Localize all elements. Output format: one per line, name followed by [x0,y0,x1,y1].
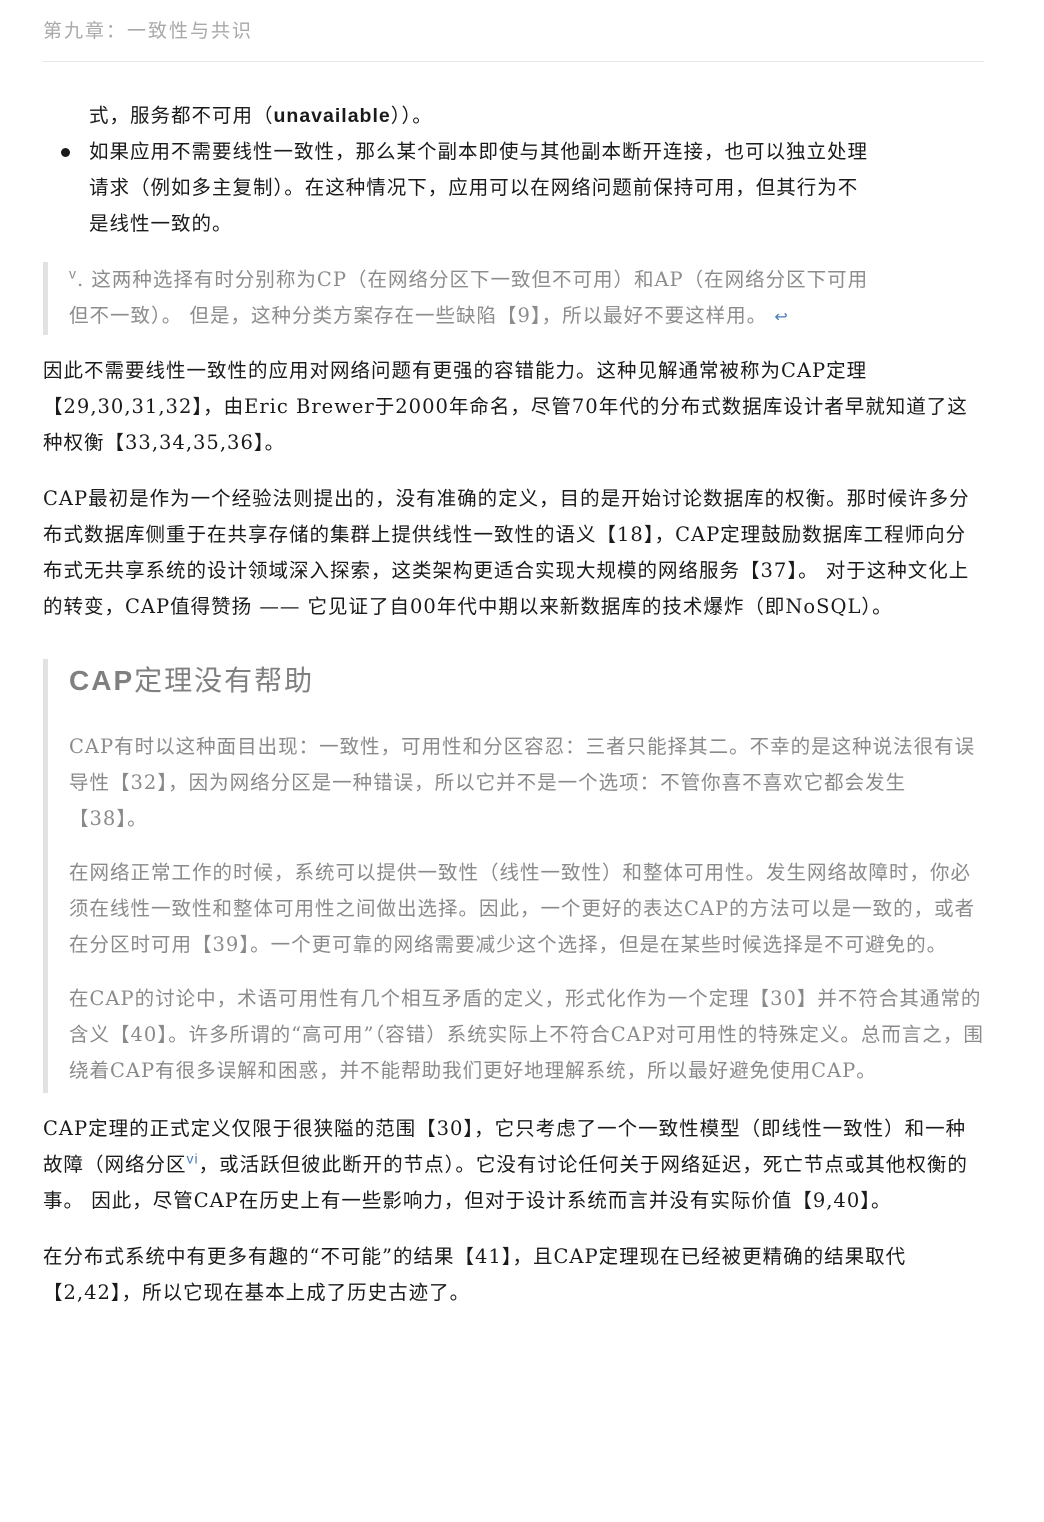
paragraph: CAP最初是作为一个经验法则提出的，没有准确的定义，目的是开始讨论数据库的权衡。… [43,487,970,618]
page-content: 式，服务都不可用（unavailable））。 如果应用不需要线性一致性，那么某… [43,98,984,1311]
list-item-text-end: ））。 [390,104,433,127]
sidebar-box: CAP定理没有帮助 CAP有时以这种面目出现：一致性，可用性和分区容忍：三者只能… [43,659,984,1093]
paragraph: 在分布式系统中有更多有趣的“不可能”的结果【41】，且CAP定理现在已经被更精确… [43,1245,907,1304]
sidebar-title-latin: CAP [69,665,135,696]
footnote: v. 这两种选择有时分别称为CP（在网络分区下一致但不可用）和AP（在网络分区下… [43,262,984,335]
unavailable-term: unavailable [273,105,391,127]
footnote-backlink-icon[interactable]: ↩ [774,307,788,326]
footnote-line: . 这两种选择有时分别称为CP（在网络分区下一致但不可用）和AP（在网络分区下可… [77,268,869,291]
sidebar-title-rest: 定理没有帮助 [134,664,315,697]
list-item-line: 请求（例如多主复制）。在这种情况下，应用可以在网络问题前保持可用，但其行为不 [89,176,859,199]
footnote-ref-link[interactable]: vi [187,1151,199,1167]
paragraph: CAP定理的正式定义仅限于很狭隘的范围【30】，它只考虑了一个一致性模型（即线性… [43,1111,984,1219]
paragraph: 因此不需要线性一致性的应用对网络问题有更强的容错能力。这种见解通常被称为CAP定… [43,359,968,454]
sidebar-paragraph: 在CAP的讨论中，术语可用性有几个相互矛盾的定义，形式化作为一个定理【30】并不… [69,987,984,1082]
bullet-icon [61,148,70,157]
sidebar-paragraph: CAP有时以这种面目出现：一致性，可用性和分区容忍：三者只能择其二。不幸的是这种… [69,735,976,830]
list-item-continuation: 式，服务都不可用（unavailable））。 [43,98,984,134]
sidebar-title: CAP定理没有帮助 [69,659,984,701]
list-item-line: 是线性一致的。 [89,212,233,235]
page-header: 第九章：一致性与共识 [43,18,984,62]
chapter-title: 第九章：一致性与共识 [43,20,254,42]
list-item-line: 如果应用不需要线性一致性，那么某个副本即使与其他副本断开连接，也可以独立处理 [89,140,869,163]
footnote-marker: v [69,265,77,282]
sidebar-paragraph: 在网络正常工作的时候，系统可以提供一致性（线性一致性）和整体可用性。发生网络故障… [69,861,976,956]
bullet-list: 式，服务都不可用（unavailable））。 如果应用不需要线性一致性，那么某… [43,98,984,242]
footnote-line: 但不一致）。 但是，这种分类方案存在一些缺陷【9】，所以最好不要这样用。 [69,304,768,327]
list-item-text: 式，服务都不可用（ [89,104,274,127]
list-item: 如果应用不需要线性一致性，那么某个副本即使与其他副本断开连接，也可以独立处理 请… [43,134,984,242]
